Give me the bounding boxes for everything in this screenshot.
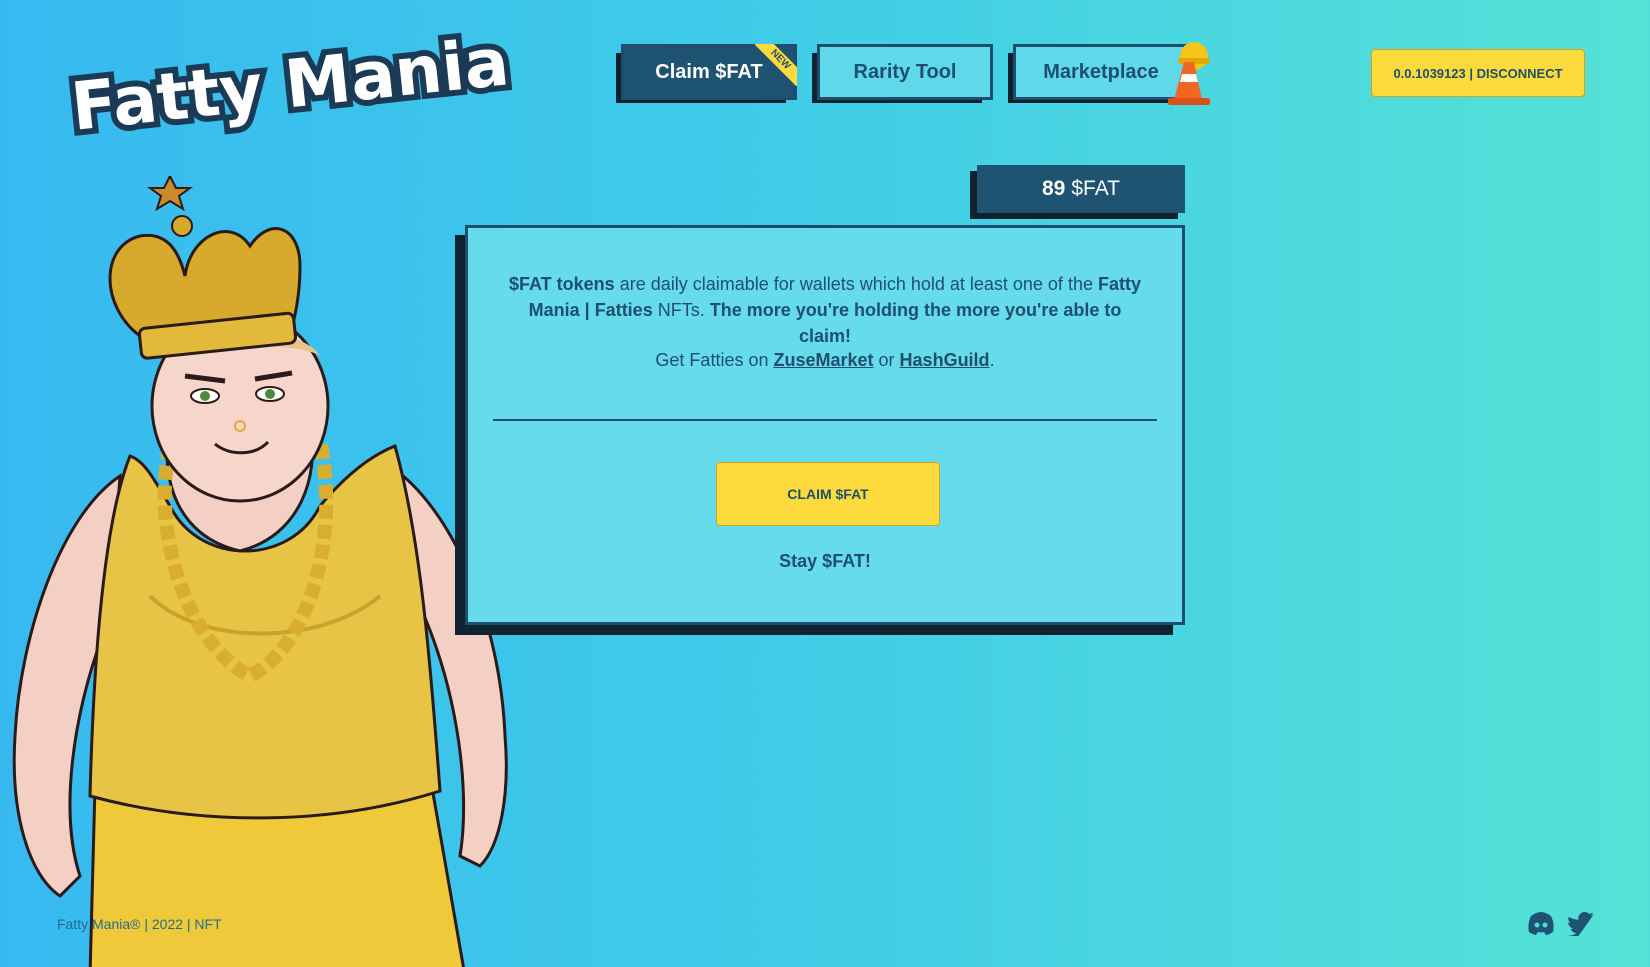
- nav-rarity-tool[interactable]: Rarity Tool: [812, 44, 993, 103]
- card-divider: [493, 419, 1157, 421]
- zusemarket-link[interactable]: ZuseMarket: [773, 350, 873, 370]
- hashguild-link[interactable]: HashGuild: [900, 350, 990, 370]
- logo-graphic: Fatty Mania: [62, 17, 519, 151]
- wallet-label: 0.0.1039123 | DISCONNECT: [1393, 65, 1563, 81]
- discord-icon[interactable]: [1527, 910, 1555, 936]
- fatty-mania-logo[interactable]: Fatty Mania: [62, 17, 519, 151]
- construction-cone-icon: [1164, 38, 1212, 106]
- twitter-icon[interactable]: [1567, 910, 1595, 939]
- svg-text:Fatty Mania: Fatty Mania: [68, 23, 513, 145]
- nav-rarity-label: Rarity Tool: [853, 60, 957, 83]
- new-badge: NEW: [755, 44, 797, 86]
- fat-balance-badge: 89 $FAT: [970, 165, 1185, 219]
- claim-button-label: CLAIM $FAT: [787, 486, 869, 502]
- stay-fat-tagline: Stay $FAT!: [779, 551, 871, 571]
- character-illustration: [12, 173, 508, 967]
- nav-claim-fat[interactable]: Claim $FAT NEW: [616, 44, 797, 103]
- claim-fat-button[interactable]: CLAIM $FAT: [716, 462, 940, 526]
- balance-unit: $FAT: [1071, 177, 1120, 200]
- nav-marketplace[interactable]: Marketplace: [1008, 44, 1189, 103]
- footer-copyright: Fatty Mania® | 2022 | NFT: [57, 916, 222, 932]
- claim-description: $FAT tokens are daily claimable for wall…: [509, 274, 1141, 346]
- wallet-disconnect-button[interactable]: 0.0.1039123 | DISCONNECT: [1371, 49, 1585, 97]
- nav-marketplace-label: Marketplace: [1043, 60, 1159, 83]
- nav-claim-label: Claim $FAT: [655, 60, 763, 83]
- fatty-king-character: [0, 173, 530, 967]
- balance-amount: 89: [1042, 177, 1066, 200]
- claim-card: $FAT tokens are daily claimable for wall…: [465, 225, 1185, 625]
- get-fatties-line: Get Fatties on ZuseMarket or HashGuild.: [655, 350, 995, 370]
